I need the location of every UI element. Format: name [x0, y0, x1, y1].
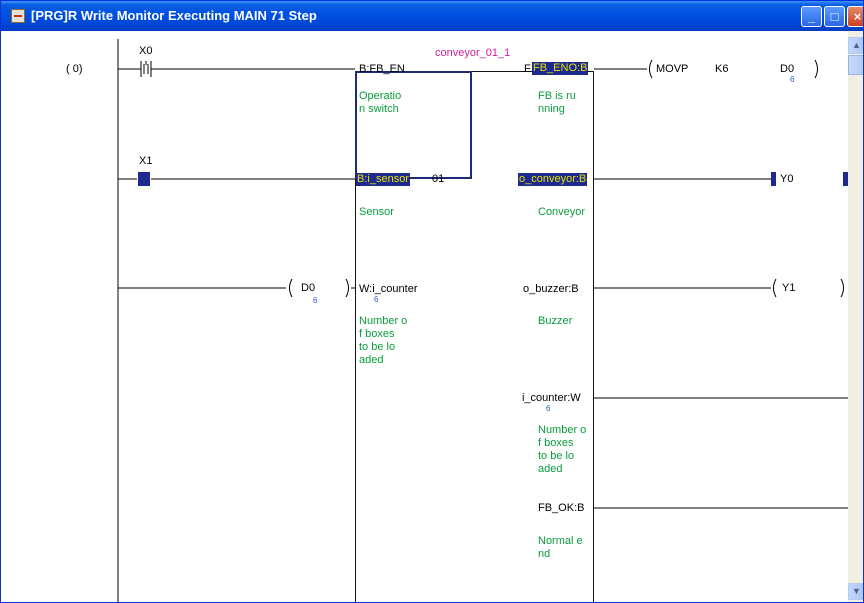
scroll-down-button[interactable]: ▼ [848, 583, 863, 600]
fb-output-buzzer-comment: Buzzer [538, 315, 573, 327]
window-title: [PRG]R Write Monitor Executing MAIN 71 S… [31, 8, 317, 23]
compare-d0-label: D0 [301, 282, 316, 294]
fb-output-fb-eno-prefix: F [524, 63, 531, 75]
fb-output-buzzer[interactable]: o_buzzer:B [523, 283, 579, 296]
title-bar[interactable]: [PRG]R Write Monitor Executing MAIN 71 S… [1, 1, 863, 31]
compare-d0-value: 6 [313, 296, 318, 305]
fb-input-counter-comment: Number o f boxes to be lo aded [359, 315, 408, 366]
contact-x1-label: X1 [139, 155, 153, 167]
fb-output-fb-eno-comment: FB is ru nning [538, 90, 576, 115]
fb-input-sensor-suffix: 01 [432, 173, 445, 185]
scroll-thumb[interactable] [848, 55, 863, 75]
contact-x0-label: X0 [139, 45, 153, 57]
movp-dest-value: 6 [790, 75, 795, 84]
fb-output-counter[interactable]: i_counter:W [522, 392, 581, 405]
fb-input-fb-en-comment: Operatio n switch [359, 90, 402, 115]
fb-input-sensor[interactable]: B:i_sensor [356, 173, 410, 186]
minimize-button[interactable]: _ [801, 6, 822, 27]
coil-y1[interactable]: Y1 [782, 282, 795, 295]
close-button[interactable]: × [847, 6, 863, 27]
fb-output-conveyor[interactable]: o_conveyor:B [518, 173, 588, 186]
fb-instance-name: conveyor_01_1 [435, 47, 511, 59]
fb-output-counter-comment: Number o f boxes to be lo aded [538, 424, 587, 475]
movp-source: K6 [715, 63, 729, 75]
ladder-canvas[interactable]: ( 0) X0 X1 D0 6 conveyor_01_1 B:FB_EN Op… [1, 31, 848, 602]
coil-y0[interactable]: Y0 [780, 173, 793, 186]
scroll-up-button[interactable]: ▲ [848, 37, 863, 54]
fb-input-fb-en[interactable]: B:FB_EN [359, 63, 405, 76]
fb-input-counter[interactable]: W:i_counter [359, 283, 418, 296]
maximize-button[interactable]: □ [824, 6, 845, 27]
fb-output-fb-ok-comment: Normal e nd [538, 535, 583, 560]
movp-instruction[interactable]: MOVP [656, 63, 688, 76]
fb-output-fb-eno[interactable]: FB_ENO:B [532, 62, 589, 75]
vertical-scrollbar[interactable]: ▲ ▼ [848, 31, 863, 602]
fb-input-sensor-comment: Sensor [359, 206, 394, 218]
edit-cursor [355, 71, 472, 179]
fb-output-conveyor-comment: Conveyor [538, 206, 586, 218]
fb-output-counter-value: 6 [546, 404, 551, 413]
ladder-monitor-window: [PRG]R Write Monitor Executing MAIN 71 S… [0, 0, 864, 603]
fb-input-counter-value: 6 [374, 295, 379, 304]
program-icon [11, 9, 25, 23]
fb-output-fb-ok[interactable]: FB_OK:B [538, 502, 584, 515]
step-number: ( 0) [66, 63, 83, 75]
